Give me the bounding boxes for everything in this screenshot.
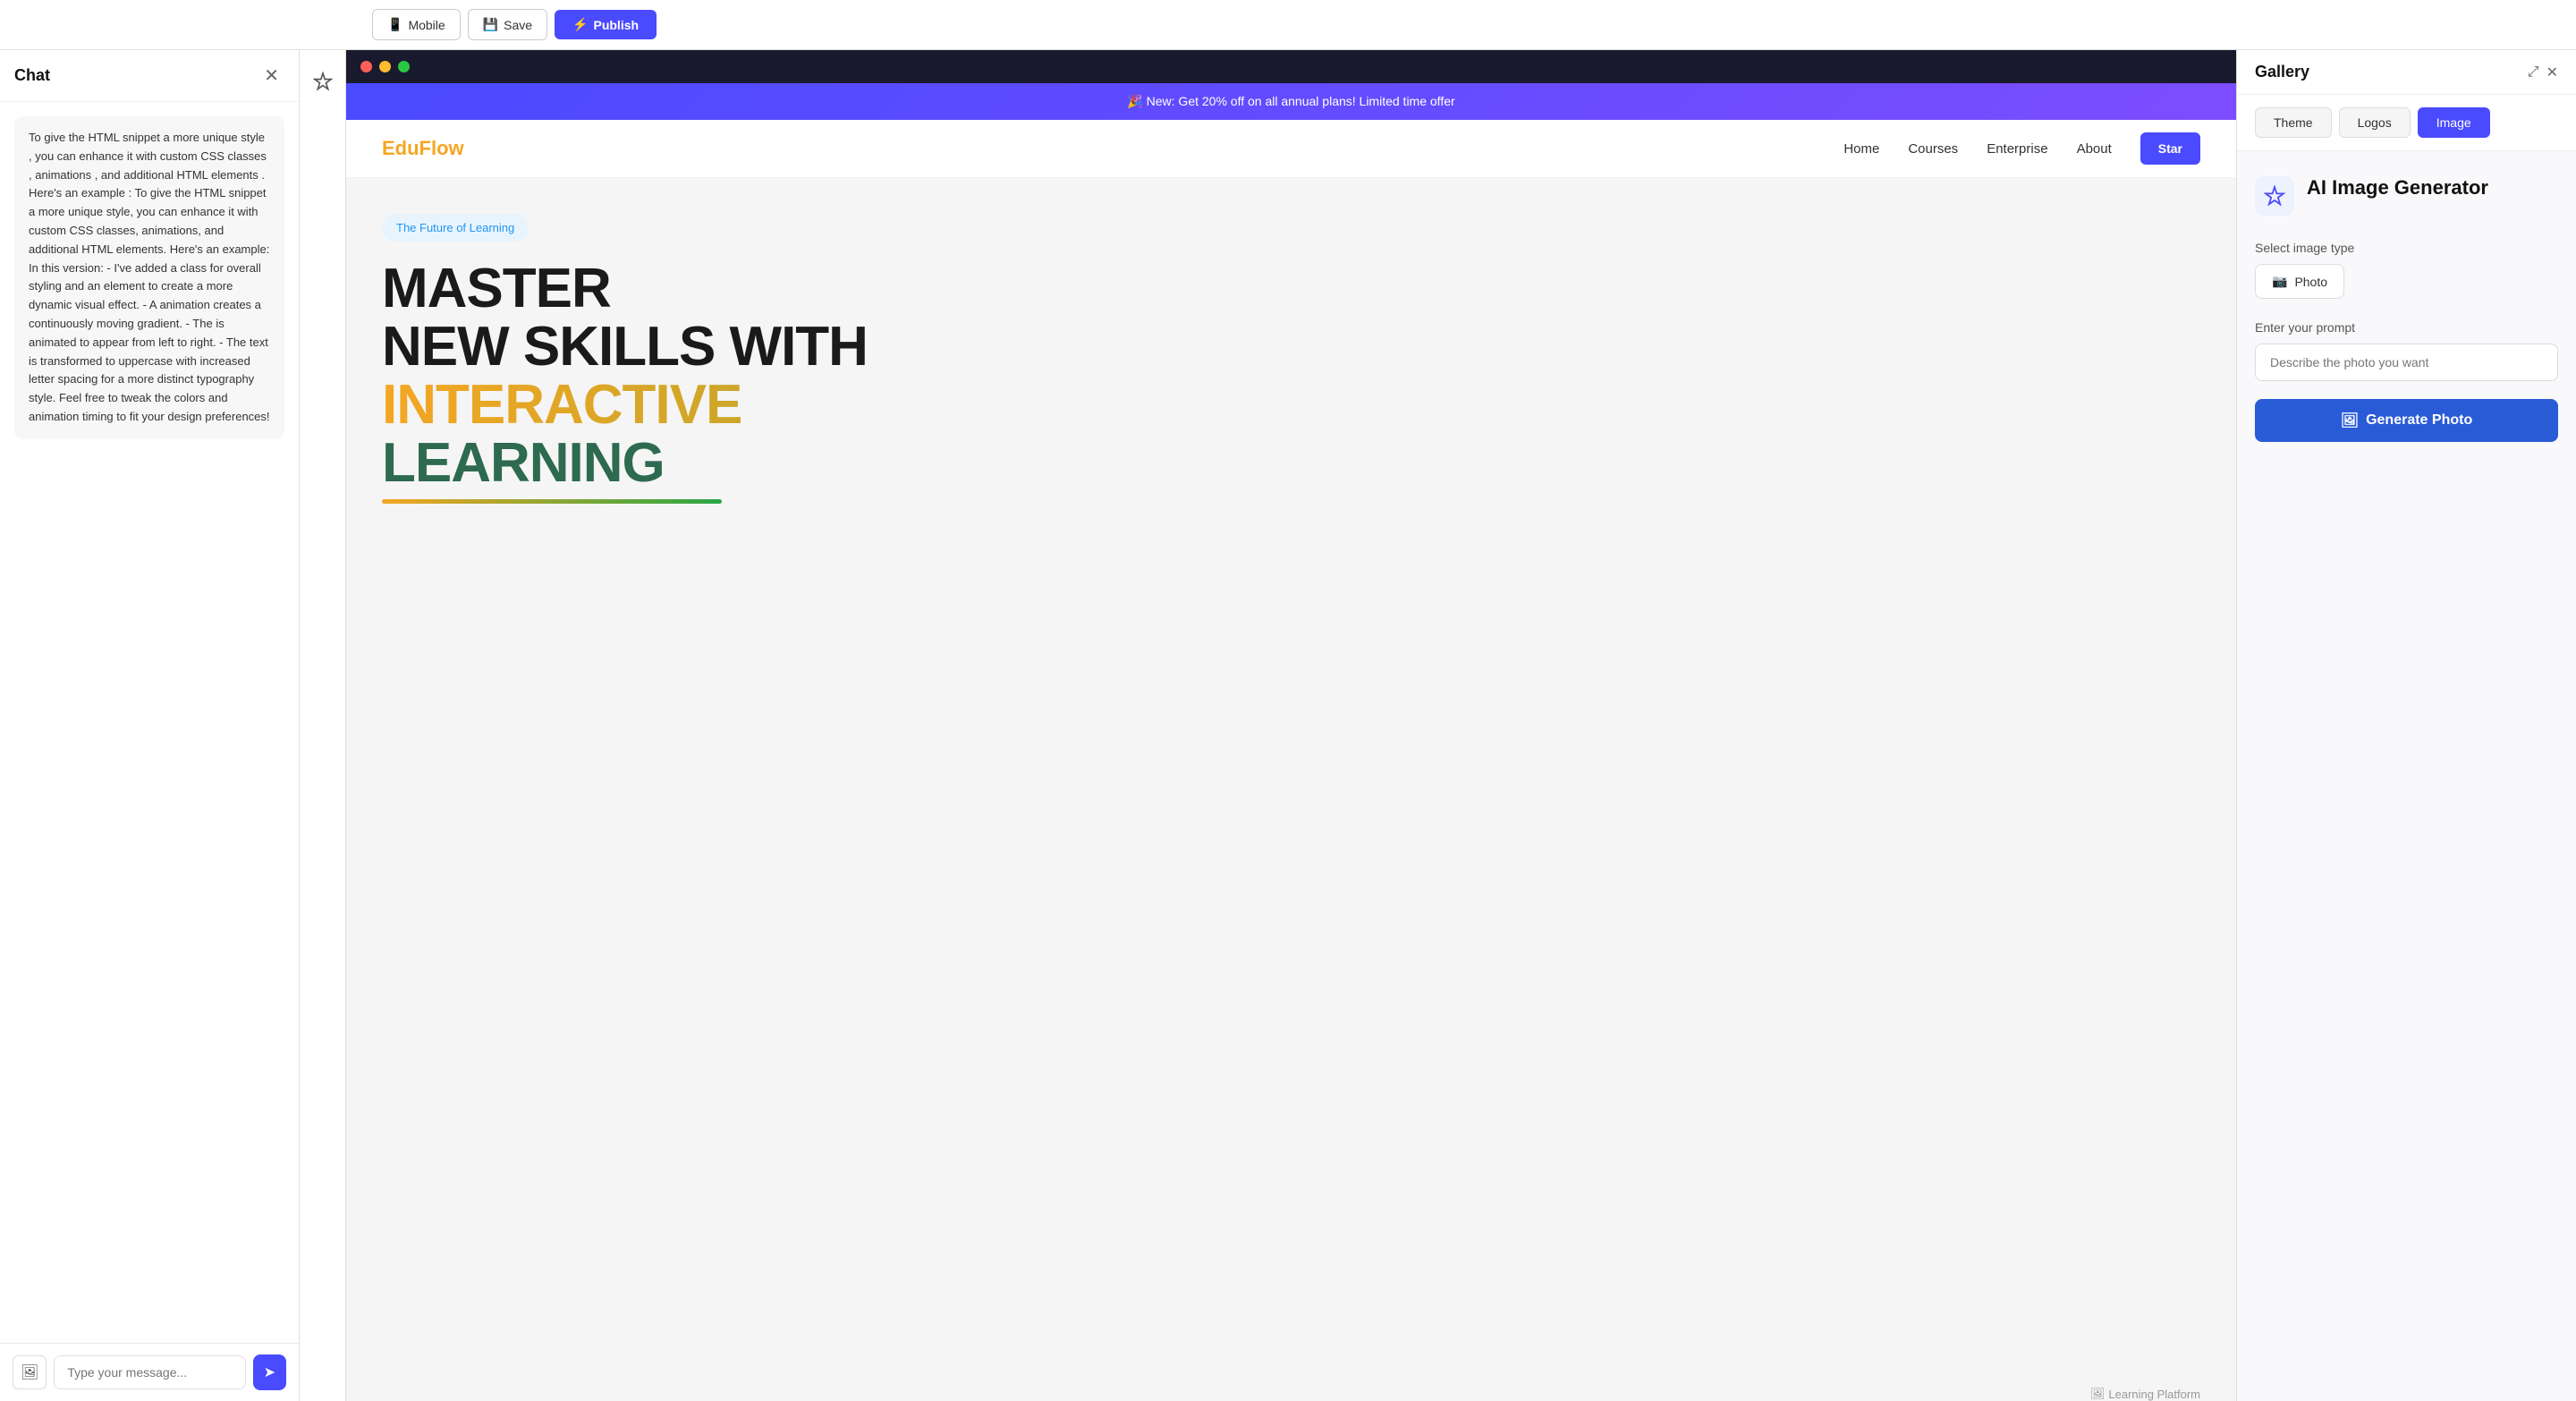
mobile-icon: 📱 — [387, 17, 402, 32]
prompt-label: Enter your prompt — [2255, 320, 2558, 335]
site-nav: EduFlow Home Courses Enterprise About St… — [346, 120, 2236, 178]
browser-dot-green — [398, 61, 410, 72]
photo-label: Photo — [2294, 275, 2327, 289]
generate-label: Generate Photo — [2366, 412, 2472, 429]
send-icon: ➤ — [264, 1365, 275, 1380]
site-underline — [382, 499, 722, 504]
close-icon: ✕ — [2546, 65, 2558, 81]
nav-home[interactable]: Home — [1843, 141, 1879, 157]
chat-input[interactable] — [54, 1355, 245, 1389]
preview-browser: 🎉 New: Get 20% off on all annual plans! … — [346, 50, 2236, 1401]
image-icon: 🖼 — [2090, 1387, 2106, 1401]
gallery-expand-button[interactable]: ⤢ — [2528, 64, 2539, 81]
gallery-close-button[interactable]: ✕ — [2546, 64, 2558, 81]
publish-icon: ⚡ — [572, 17, 588, 32]
main-layout: Chat ✕ To give the HTML snippet a more u… — [0, 50, 2576, 1401]
ai-icon-wrap — [2255, 176, 2294, 216]
tab-theme-label: Theme — [2274, 115, 2313, 130]
chat-messages: To give the HTML snippet a more unique s… — [0, 102, 299, 1343]
preview-area: 🎉 New: Get 20% off on all annual plans! … — [346, 50, 2236, 1401]
browser-chrome — [346, 50, 2236, 83]
image-type-button[interactable]: 📷 Photo — [2255, 264, 2344, 299]
publish-label: Publish — [593, 18, 639, 32]
tab-logos-label: Logos — [2358, 115, 2392, 130]
browser-dot-red — [360, 61, 372, 72]
chat-input-area: 🖼 ➤ — [0, 1343, 299, 1401]
gallery-header-actions: ⤢ ✕ — [2528, 64, 2558, 81]
tab-logos[interactable]: Logos — [2339, 107, 2411, 138]
chat-panel: Chat ✕ To give the HTML snippet a more u… — [0, 50, 300, 1401]
sidebar-icon-bar — [300, 50, 346, 1401]
gallery-header: Gallery ⤢ ✕ — [2237, 50, 2576, 95]
site-headline-colored: INTERACTIVE — [382, 376, 2200, 434]
publish-button[interactable]: ⚡ Publish — [555, 10, 657, 39]
site-banner-text: 🎉 New: Get 20% off on all annual plans! … — [1127, 94, 1454, 108]
site-nav-cta-button[interactable]: Star — [2140, 132, 2200, 165]
tab-image[interactable]: Image — [2418, 107, 2490, 138]
prompt-input[interactable] — [2255, 344, 2558, 381]
generate-photo-button[interactable]: 🖼 Generate Photo — [2255, 399, 2558, 442]
nav-courses[interactable]: Courses — [1908, 141, 1958, 157]
sidebar-ai-icon[interactable] — [304, 63, 342, 105]
ai-image-header: AI Image Generator — [2255, 176, 2558, 216]
site-hero: The Future of Learning MASTER NEW SKILLS… — [346, 178, 2236, 1401]
nav-enterprise[interactable]: Enterprise — [1987, 141, 2047, 157]
save-icon: 💾 — [483, 17, 498, 32]
site-banner: 🎉 New: Get 20% off on all annual plans! … — [346, 83, 2236, 120]
gallery-panel: Gallery ⤢ ✕ Theme Logos Image — [2236, 50, 2576, 1401]
mobile-button[interactable]: 📱 Mobile — [372, 9, 461, 40]
expand-icon: ⤢ — [2528, 64, 2539, 80]
chat-close-button[interactable]: ✕ — [258, 63, 284, 89]
save-label: Save — [504, 18, 532, 32]
mobile-label: Mobile — [408, 18, 445, 32]
save-button[interactable]: 💾 Save — [468, 9, 547, 40]
chat-message: To give the HTML snippet a more unique s… — [14, 116, 284, 439]
image-alt-text: Learning Platform — [2108, 1388, 2200, 1401]
camera-icon: 📷 — [2272, 274, 2287, 289]
site-headline-1: MASTER — [382, 259, 2200, 318]
site-headline-green: LEARNING — [382, 434, 2200, 492]
tab-image-label: Image — [2436, 115, 2471, 130]
site-tag: The Future of Learning — [382, 214, 529, 242]
site-headline-2: NEW SKILLS WITH — [382, 318, 2200, 376]
site-logo: EduFlow — [382, 137, 464, 160]
gallery-tabs: Theme Logos Image — [2237, 95, 2576, 151]
chat-send-button[interactable]: ➤ — [253, 1354, 286, 1390]
gallery-content: AI Image Generator Select image type 📷 P… — [2237, 151, 2576, 1401]
image-icon: 🖼 — [21, 1365, 38, 1380]
chat-title: Chat — [14, 66, 50, 85]
toolbar: 📱 Mobile 💾 Save ⚡ Publish — [0, 0, 2576, 50]
ai-title: AI Image Generator — [2307, 176, 2488, 200]
site-image-placeholder: 🖼 Learning Platform — [2090, 1387, 2200, 1401]
generate-icon: 🖼 — [2341, 412, 2359, 429]
chat-image-button[interactable]: 🖼 — [13, 1355, 47, 1389]
chat-header: Chat ✕ — [0, 50, 299, 102]
browser-dot-yellow — [379, 61, 391, 72]
select-type-label: Select image type — [2255, 241, 2558, 255]
gallery-title: Gallery — [2255, 63, 2309, 81]
tab-theme[interactable]: Theme — [2255, 107, 2332, 138]
nav-btn-label: Star — [2158, 141, 2182, 156]
site-nav-links: Home Courses Enterprise About Star — [1843, 132, 2200, 165]
close-icon: ✕ — [264, 66, 279, 86]
toolbar-actions: 📱 Mobile 💾 Save ⚡ Publish — [372, 9, 657, 40]
nav-about[interactable]: About — [2077, 141, 2112, 157]
